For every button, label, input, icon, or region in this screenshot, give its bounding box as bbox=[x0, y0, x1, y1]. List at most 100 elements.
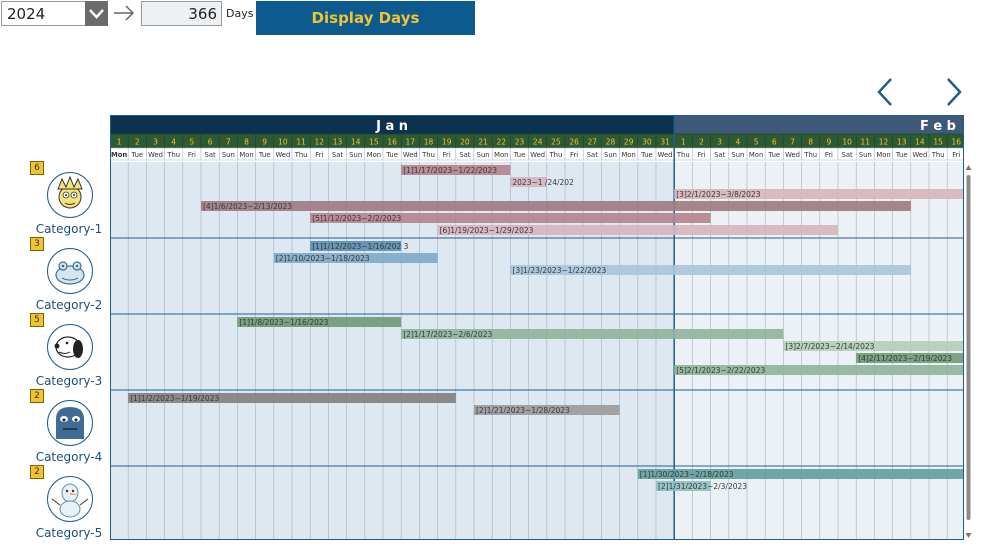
weekday-label: Thu bbox=[931, 151, 945, 159]
gantt-bar[interactable]: [5]1/12/2023~2/2/2023 bbox=[310, 213, 711, 223]
category-row-header: 5 Category-3 bbox=[29, 312, 109, 388]
category-count-badge: 5 bbox=[30, 313, 44, 327]
weekday-label: Wed bbox=[658, 151, 673, 159]
weekday-label: Sat bbox=[714, 151, 725, 159]
gantt-bar[interactable]: [1]1/17/2023~1/22/2023 bbox=[401, 165, 511, 175]
gantt-bar-label: [4]1/6/2023~2/13/2023 bbox=[203, 202, 292, 211]
date-number: 12 bbox=[315, 138, 325, 147]
snoopy-icon bbox=[47, 324, 93, 370]
weekday-label: Tue bbox=[130, 151, 143, 159]
weekday-label: Wed bbox=[275, 151, 290, 159]
date-number: 15 bbox=[369, 138, 379, 147]
weekday-label: Thu bbox=[294, 151, 308, 159]
gantt-bar-label: [1]1/2/2023~1/19/2023 bbox=[130, 394, 219, 403]
frog-icon bbox=[47, 248, 93, 294]
weekday-label: Sat bbox=[205, 151, 216, 159]
gantt-bar[interactable]: [3]2/1/2023~3/8/2023 bbox=[674, 189, 964, 199]
month-label: J a n bbox=[375, 119, 408, 134]
category-label: Category-1 bbox=[35, 222, 103, 236]
date-number: 1 bbox=[117, 138, 122, 147]
gantt-bar-label: [2]1/10/2023~1/18/2023 bbox=[276, 254, 370, 263]
gantt-bar-fill[interactable] bbox=[201, 201, 911, 211]
category-label: Category-4 bbox=[35, 450, 103, 464]
category-count-badge: 6 bbox=[30, 161, 44, 175]
year-select[interactable]: 2024 bbox=[1, 1, 108, 26]
date-number: 19 bbox=[442, 138, 452, 147]
date-number: 13 bbox=[333, 138, 343, 147]
date-number: 20 bbox=[460, 138, 470, 147]
weekday-label: Mon bbox=[367, 151, 381, 159]
right-arrow-icon bbox=[112, 4, 136, 22]
date-number: 17 bbox=[406, 138, 416, 147]
gantt-bar[interactable]: 2023~1 /24/202 bbox=[510, 177, 574, 187]
date-number: 7 bbox=[790, 138, 795, 147]
weekday-label: Fri bbox=[315, 151, 323, 159]
date-number: 6 bbox=[772, 138, 777, 147]
category-row-header: 3 Category-2 bbox=[29, 236, 109, 312]
gantt-bar[interactable]: [1]1/8/2023~1/16/2023 bbox=[237, 317, 402, 327]
gantt-bar-label: [2]1/21/2023~1/28/2023 bbox=[476, 406, 570, 415]
gantt-bar[interactable]: [2]1/21/2023~1/28/2023 bbox=[474, 405, 620, 415]
date-number: 4 bbox=[736, 138, 741, 147]
gantt-bar[interactable] bbox=[637, 225, 838, 235]
date-number: 26 bbox=[569, 138, 579, 147]
gantt-bar-label: [6]1/19/2023~1/29/2023 bbox=[440, 226, 534, 235]
gantt-bar[interactable]: [2]1/17/2023~2/6/2023 bbox=[401, 329, 784, 339]
weekday-label: Thu bbox=[803, 151, 817, 159]
weekday-label: Thu bbox=[166, 151, 180, 159]
date-number: 21 bbox=[478, 138, 488, 147]
gantt-bar[interactable]: [4]1/6/2023~2/13/2023 bbox=[201, 201, 911, 211]
vertical-scrollbar[interactable] bbox=[964, 163, 973, 540]
weekday-label: Wed bbox=[912, 151, 927, 159]
category-row-header: 2 Category-5 bbox=[29, 464, 109, 540]
weekday-label: Tue bbox=[640, 151, 653, 159]
gantt-bar[interactable]: [1]1/2/2023~1/19/2023 bbox=[128, 393, 456, 403]
weekday-label: Sun bbox=[859, 151, 872, 159]
chevron-left-icon[interactable] bbox=[875, 76, 897, 108]
gantt-bar-label: [5]2/1/2023~2/22/2023 bbox=[676, 366, 765, 375]
gantt-bar[interactable]: [2]1/31/2023~2/3/2023 bbox=[656, 481, 747, 491]
category-panel: 6 Category-1 3 Category-2 5 Category-3 2 Catego… bbox=[29, 160, 109, 540]
gantt-bar-fill[interactable] bbox=[637, 225, 838, 235]
date-number: 4 bbox=[171, 138, 176, 147]
lisa-cartoon-icon bbox=[47, 172, 93, 218]
gantt-bar[interactable]: [5]2/1/2023~2/22/2023 bbox=[674, 365, 964, 375]
category-count-badge: 2 bbox=[30, 389, 44, 403]
gantt-bar[interactable]: [2]1/10/2023~1/18/2023 bbox=[273, 253, 438, 263]
weekday-label: Fri bbox=[570, 151, 578, 159]
chevron-right-icon[interactable] bbox=[942, 76, 964, 108]
date-number: 25 bbox=[551, 138, 561, 147]
date-number: 10 bbox=[842, 138, 852, 147]
days-count-field[interactable]: 366 bbox=[141, 1, 222, 26]
date-number: 12 bbox=[879, 138, 889, 147]
days-label: Days bbox=[226, 7, 254, 20]
gantt-bar[interactable]: [1]1/12/2023~1/16/202 3 bbox=[310, 241, 409, 251]
date-number: 1 bbox=[681, 138, 686, 147]
gantt-bar-label: [1]1/12/2023~1/16/202 3 bbox=[312, 242, 408, 251]
date-number: 15 bbox=[933, 138, 943, 147]
gantt-bar-label: 2023~1 /24/202 bbox=[512, 178, 574, 187]
date-number: 23 bbox=[515, 138, 525, 147]
date-number: 3 bbox=[153, 138, 158, 147]
gantt-bar-label: [3]2/1/2023~3/8/2023 bbox=[676, 190, 761, 199]
weekday-label: Thu bbox=[676, 151, 690, 159]
gantt-bar-label: [5]1/12/2023~2/2/2023 bbox=[312, 214, 401, 223]
gantt-bar[interactable]: [3]2/7/2023~2/14/2023 bbox=[783, 341, 964, 351]
date-number: 14 bbox=[351, 138, 361, 147]
gantt-bar[interactable]: [3]1/23/2023~1/22/2023 bbox=[510, 265, 911, 275]
gantt-bar-label: [2]1/17/2023~2/6/2023 bbox=[403, 330, 492, 339]
gantt-bar[interactable]: [4]2/11/2023~2/19/2023 bbox=[856, 353, 964, 363]
display-days-button[interactable]: Display Days bbox=[256, 1, 475, 35]
weekday-label: Mon bbox=[111, 151, 127, 159]
date-number: 22 bbox=[497, 138, 507, 147]
date-number: 11 bbox=[296, 138, 306, 147]
gantt-bar[interactable]: [1]1/30/2023~2/18/2023 bbox=[637, 469, 964, 479]
month-label: F e b bbox=[920, 119, 956, 134]
gantt-bar-label: [1]1/8/2023~1/16/2023 bbox=[239, 318, 328, 327]
weekday-label: Fri bbox=[952, 151, 960, 159]
gantt-bar[interactable]: [6]1/19/2023~1/29/2023 bbox=[437, 225, 638, 235]
weekday-label: Tue bbox=[895, 151, 908, 159]
chevron-down-icon[interactable] bbox=[85, 1, 108, 26]
date-number: 24 bbox=[533, 138, 543, 147]
category-label: Category-3 bbox=[35, 374, 103, 388]
